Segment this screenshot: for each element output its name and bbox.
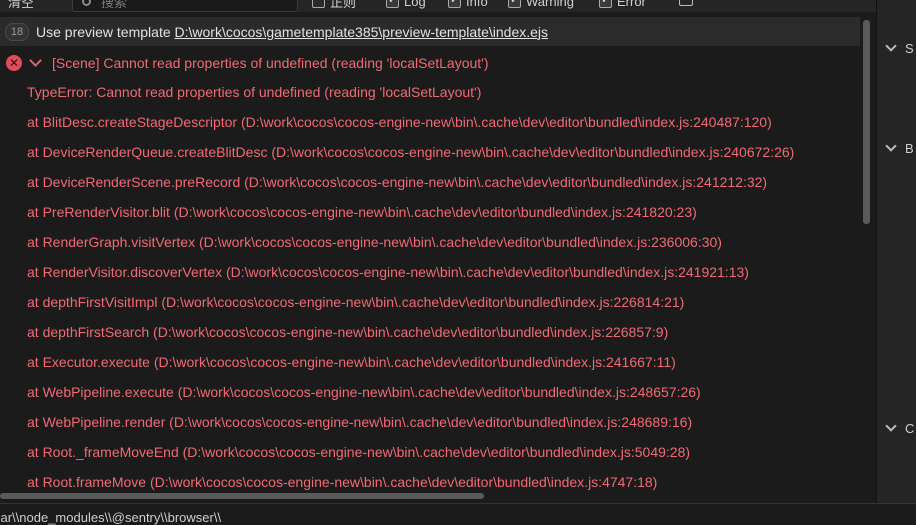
filter-info-label: Info [466, 0, 488, 9]
filter-regex[interactable]: 正则 [312, 0, 357, 10]
console-panel: 18 Use preview template D:\work\cocos\ga… [0, 17, 872, 503]
vertical-scrollbar[interactable] [862, 17, 871, 503]
stack-trace: TypeError: Cannot read properties of und… [27, 77, 867, 497]
stack-line: at WebPipeline.render (D:\work\cocos\coc… [27, 414, 693, 430]
stack-line: at RenderGraph.visitVertex (D:\work\coco… [27, 234, 722, 250]
checkmark-icon: ✓ [599, 0, 612, 8]
error-entry[interactable]: ✕ [Scene] Cannot read properties of unde… [0, 48, 860, 77]
log-prefix: Use preview template [36, 23, 171, 40]
section-header[interactable]: S [885, 39, 914, 57]
stack-line: at depthFirstSearch (D:\work\cocos\cocos… [27, 324, 669, 340]
section-title: C [905, 420, 915, 436]
filter-regex-label: 正则 [330, 0, 357, 10]
checkbox-icon [312, 0, 325, 8]
horizontal-scroll-thumb[interactable] [0, 493, 484, 499]
filter-warning-label: Warning [526, 0, 574, 9]
section-title: B [905, 140, 914, 156]
stack-line: at RenderVisitor.discoverVertex (D:\work… [27, 264, 749, 280]
checkmark-icon: ✓ [448, 0, 461, 8]
search-placeholder: 搜索 [101, 0, 128, 10]
stack-line: at DeviceRenderQueue.createBlitDesc (D:\… [27, 144, 795, 160]
repeat-count-badge: 18 [5, 22, 29, 41]
inspector-panel: S B C [876, 0, 916, 524]
clear-button[interactable]: 清空 [8, 0, 35, 10]
filter-info[interactable]: ✓ Info [448, 0, 488, 9]
filter-log-label: Log [404, 0, 426, 9]
stack-line: TypeError: Cannot read properties of und… [27, 84, 482, 100]
stack-line: at DeviceRenderScene.preRecord (D:\work\… [27, 174, 768, 190]
clear-label: 清空 [8, 0, 35, 10]
stack-line: at BlitDesc.createStageDescriptor (D:\wo… [27, 114, 772, 130]
chevron-down-icon [885, 140, 897, 152]
stack-line: at Executor.execute (D:\work\cocos\cocos… [27, 354, 676, 370]
chevron-down-icon [885, 40, 897, 52]
vertical-scroll-thumb[interactable] [863, 20, 870, 224]
search-input[interactable]: 搜索 [72, 0, 298, 12]
search-icon [82, 0, 91, 6]
template-path-link[interactable]: D:\work\cocos\gametemplate385\preview-te… [175, 24, 549, 40]
stack-line: at PreRenderVisitor.blit (D:\work\cocos\… [27, 204, 697, 220]
chevron-down-icon[interactable] [29, 54, 42, 67]
console-toolbar: 清空 搜索 正则 ✓ Log ✓ Info ✓ Warning ✓ Error [0, 0, 876, 12]
checkmark-icon: ✓ [508, 0, 521, 8]
status-text: sar\\node_modules\\@sentry\\browser\\ [0, 510, 222, 525]
section-title: S [905, 40, 914, 56]
stack-line: at depthFirstVisitImpl (D:\work\cocos\co… [27, 294, 685, 310]
error-message: [Scene] Cannot read properties of undefi… [52, 54, 489, 71]
log-message: Use preview template D:\work\cocos\gamet… [36, 24, 548, 40]
section-header[interactable]: B [885, 139, 914, 157]
status-bar: sar\\node_modules\\@sentry\\browser\\ [0, 503, 916, 525]
open-log-file-icon[interactable] [679, 0, 693, 6]
section-header[interactable]: C [885, 419, 915, 437]
filter-log[interactable]: ✓ Log [386, 0, 426, 9]
stack-line: at WebPipeline.execute (D:\work\cocos\co… [27, 384, 701, 400]
stack-line: at Root._frameMoveEnd (D:\work\cocos\coc… [27, 444, 691, 460]
filter-warning[interactable]: ✓ Warning [508, 0, 574, 9]
log-entry-template-info[interactable]: 18 Use preview template D:\work\cocos\ga… [0, 17, 860, 46]
checkmark-icon: ✓ [386, 0, 399, 8]
filter-error[interactable]: ✓ Error [599, 0, 646, 9]
horizontal-scrollbar[interactable] [0, 492, 860, 500]
error-icon: ✕ [6, 54, 22, 71]
chevron-down-icon [885, 420, 897, 432]
filter-error-label: Error [617, 0, 646, 9]
